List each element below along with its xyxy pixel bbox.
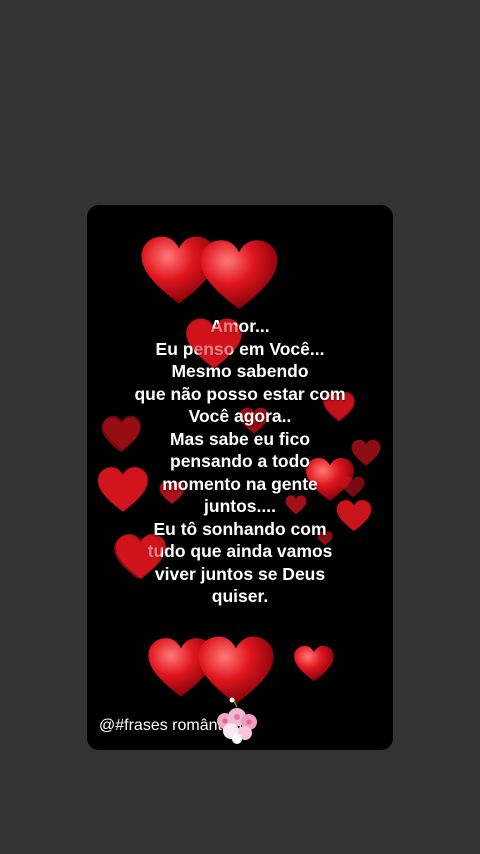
message-line: que não posso estar com <box>134 383 346 404</box>
flower-bouquet-icon <box>217 697 257 744</box>
heart-icon <box>114 536 162 579</box>
heart-icon <box>141 236 217 304</box>
heart-icon <box>200 240 278 310</box>
heart-icon <box>98 468 146 511</box>
heart-icon <box>188 321 240 368</box>
heart-icon <box>294 645 334 682</box>
story-card: Amor... Eu penso em Você... Mesmo sabend… <box>87 205 393 750</box>
message-line: Mas sabe eu fico <box>169 428 311 449</box>
message-line: quiser. <box>211 586 269 606</box>
message-line: Você agora.. <box>188 406 292 426</box>
heart-icon <box>148 638 214 697</box>
